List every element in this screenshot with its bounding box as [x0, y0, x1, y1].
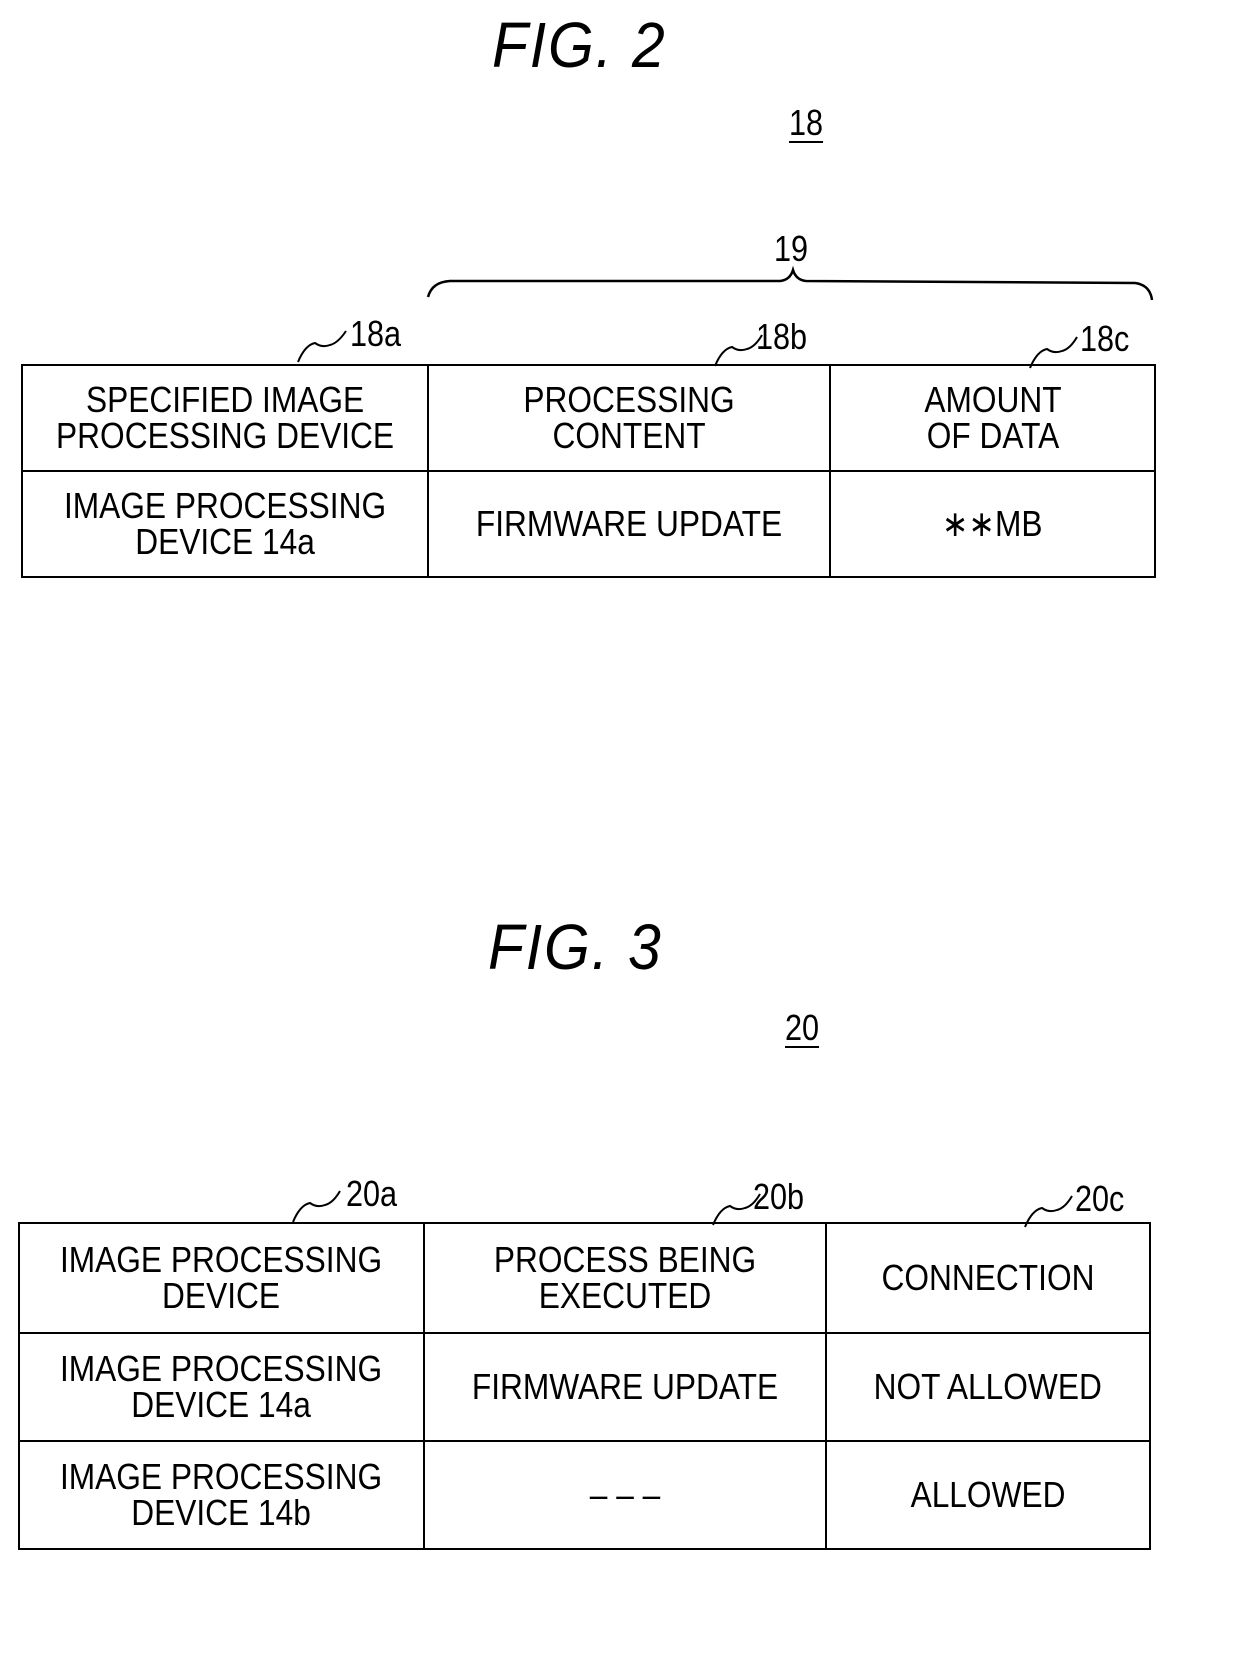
- table-cell: IMAGE PROCESSING DEVICE 14a: [21, 470, 429, 578]
- figure-3-title: FIG. 3: [488, 911, 663, 983]
- table-cell: – – –: [423, 1440, 827, 1550]
- figure-2-table: SPECIFIED IMAGE PROCESSING DEVICE PROCES…: [21, 364, 1156, 578]
- leader-18a: [297, 330, 347, 363]
- column-ref-20b: 20b: [753, 1176, 805, 1217]
- table-row: IMAGE PROCESSING DEVICE 14a FIRMWARE UPD…: [18, 1332, 1151, 1442]
- table-cell: FIRMWARE UPDATE: [423, 1332, 827, 1442]
- header-cell: PROCESSING CONTENT: [427, 364, 831, 472]
- table-row: IMAGE PROCESSING DEVICE 14b – – – ALLOWE…: [18, 1440, 1151, 1550]
- table-cell: FIRMWARE UPDATE: [427, 470, 831, 578]
- header-cell: SPECIFIED IMAGE PROCESSING DEVICE: [21, 364, 429, 472]
- table-header-row: IMAGE PROCESSING DEVICE PROCESS BEING EX…: [18, 1222, 1151, 1334]
- column-ref-20c: 20c: [1075, 1178, 1125, 1219]
- header-cell: IMAGE PROCESSING DEVICE: [18, 1222, 425, 1334]
- brace-19: [426, 265, 1154, 301]
- table-header-row: SPECIFIED IMAGE PROCESSING DEVICE PROCES…: [21, 364, 1156, 472]
- table-cell: IMAGE PROCESSING DEVICE 14b: [18, 1440, 425, 1550]
- table-cell: ALLOWED: [825, 1440, 1151, 1550]
- column-ref-20a: 20a: [346, 1173, 398, 1214]
- header-cell: CONNECTION: [825, 1222, 1151, 1334]
- leader-20a: [292, 1190, 341, 1223]
- header-cell: AMOUNT OF DATA: [829, 364, 1156, 472]
- table-cell: IMAGE PROCESSING DEVICE 14a: [18, 1332, 425, 1442]
- leader-18b: [714, 334, 763, 367]
- header-cell: PROCESS BEING EXECUTED: [423, 1222, 827, 1334]
- figure-3-reference-number: 20: [785, 1007, 820, 1048]
- table-row: IMAGE PROCESSING DEVICE 14a FIRMWARE UPD…: [21, 470, 1156, 578]
- figure-3-table: IMAGE PROCESSING DEVICE PROCESS BEING EX…: [18, 1222, 1151, 1550]
- table-cell: ∗∗MB: [829, 470, 1156, 578]
- table-cell: NOT ALLOWED: [825, 1332, 1151, 1442]
